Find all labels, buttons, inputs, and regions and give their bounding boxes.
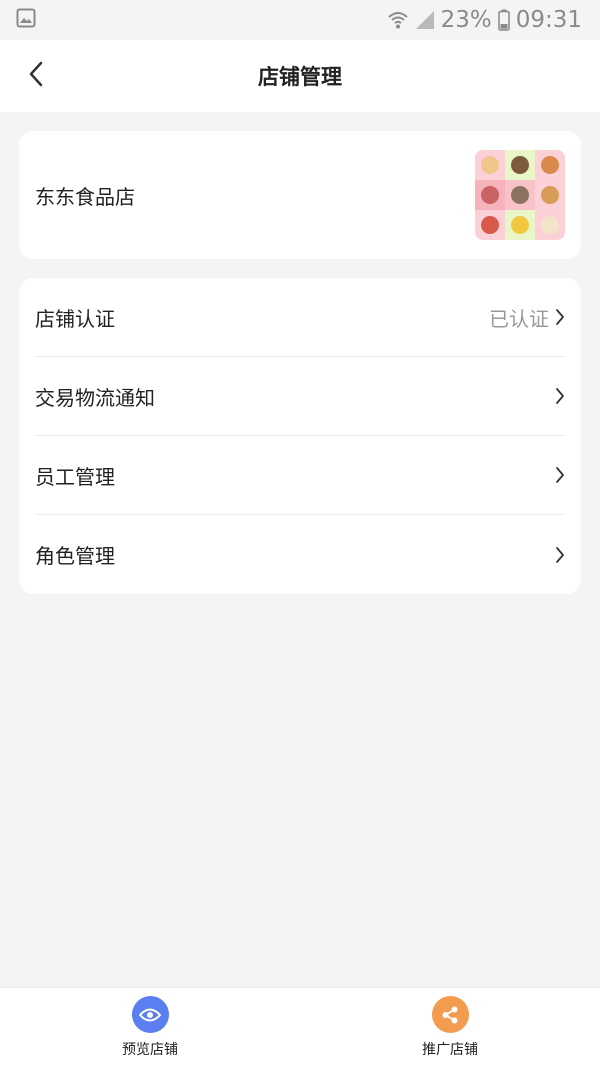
menu-list: 店铺认证 已认证 交易物流通知 员工管理 角色管理 [19,278,581,594]
page-title: 店铺管理 [258,65,342,89]
promote-store-button[interactable]: 推广店铺 [300,988,600,1067]
menu-item-label: 店铺认证 [35,306,115,331]
gallery-icon [16,8,36,32]
status-bar: 23% 09:31 [0,0,600,40]
chevron-left-icon [27,60,45,92]
header: 店铺管理 [0,40,600,112]
menu-item-label: 角色管理 [35,544,115,568]
signal-icon [415,10,435,30]
share-icon [431,996,469,1033]
store-name: 东东食品店 [35,184,135,209]
wifi-icon [387,9,409,31]
chevron-right-icon [555,466,565,484]
battery-percent: 23% [440,7,492,33]
chevron-right-icon [555,546,565,564]
certification-status: 已认证 [489,306,549,331]
bottom-action-bar: 预览店铺 推广店铺 [0,987,600,1067]
promote-store-label: 推广店铺 [422,1042,478,1058]
menu-item-label: 员工管理 [35,464,115,489]
menu-item-label: 交易物流通知 [35,385,155,410]
back-button[interactable] [18,58,54,94]
chevron-right-icon [555,308,565,326]
menu-item-store-certification[interactable]: 店铺认证 已认证 [35,278,565,357]
eye-icon [131,996,169,1033]
battery-icon [497,9,510,31]
preview-store-label: 预览店铺 [122,1042,178,1058]
clock: 09:31 [515,7,582,33]
preview-store-button[interactable]: 预览店铺 [0,988,300,1067]
menu-item-staff-management[interactable]: 员工管理 [35,436,565,515]
store-card[interactable]: 东东食品店 [19,131,581,259]
store-logo [475,150,565,240]
chevron-right-icon [555,387,565,405]
menu-item-role-management[interactable]: 角色管理 [35,515,565,594]
menu-item-logistics-notification[interactable]: 交易物流通知 [35,357,565,436]
